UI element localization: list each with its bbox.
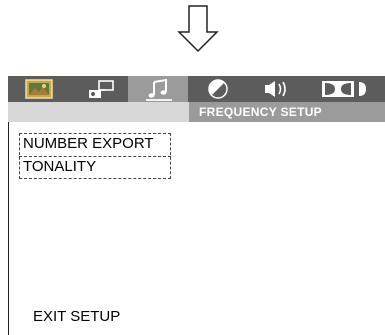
page-title: FREQUENCY SETUP [199,105,322,119]
submenu-list: NUMBER EXPORT TONALITY [19,133,171,179]
projector-icon [89,80,114,98]
speaker-icon [265,81,286,97]
menu-item-tonality[interactable]: TONALITY [23,158,96,175]
tab-contrast[interactable] [188,76,248,102]
tab-picture[interactable] [8,76,68,102]
tab-music[interactable] [128,76,188,102]
dolby-icon [322,81,366,97]
down-arrow-icon [177,5,219,53]
section-header: FREQUENCY SETUP [8,102,385,122]
header-title-bar: FREQUENCY SETUP [189,102,385,122]
picture-icon [25,79,53,99]
menu-panel: NUMBER EXPORT TONALITY EXIT SETUP [8,122,385,335]
header-left-block [8,102,189,122]
contrast-icon [208,79,228,99]
music-note-icon [146,78,172,101]
setup-tab-bar [8,76,385,102]
exit-setup-button[interactable]: EXIT SETUP [33,308,120,325]
tab-dolby[interactable] [308,76,368,102]
tab-audio[interactable] [248,76,308,102]
tab-projector[interactable] [68,76,128,102]
menu-item-number-export[interactable]: NUMBER EXPORT [19,135,171,157]
